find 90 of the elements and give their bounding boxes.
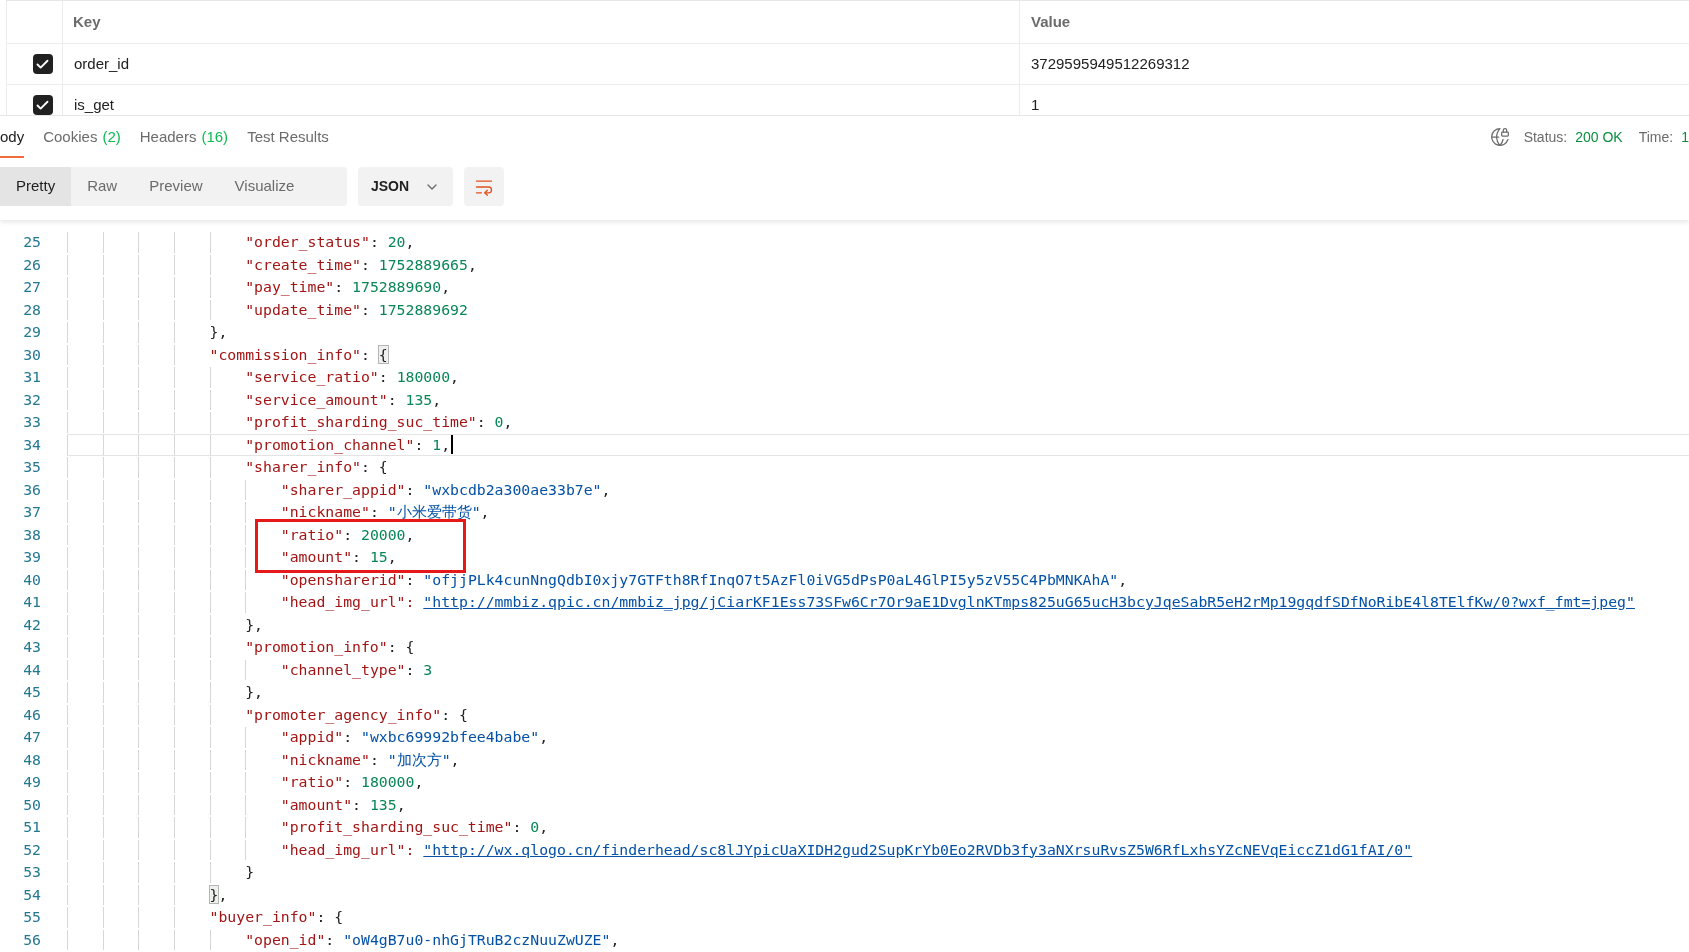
code-line: "nickname": "小米爱带货", — [280, 502, 490, 523]
code-line: } — [245, 862, 255, 883]
status-label: Status: — [1523, 127, 1568, 147]
line-number: 27 — [22, 277, 41, 298]
column-header: Value — [1031, 11, 1071, 32]
response-tab[interactable]: Cookies (2) — [43, 116, 121, 158]
line-number: 55 — [22, 907, 41, 928]
table-cell-text: 1 — [1031, 94, 1040, 115]
status-value: 200 OK — [1575, 127, 1623, 147]
line-number: 43 — [22, 637, 41, 658]
response-tab[interactable]: Test Results — [247, 116, 329, 158]
format-dropdown[interactable]: JSON — [358, 167, 453, 206]
view-mode-tab[interactable]: Raw — [71, 167, 134, 206]
code-line: "update_time": 1752889692 — [245, 299, 468, 321]
line-number: 49 — [22, 772, 41, 793]
line-number: 31 — [22, 367, 41, 388]
code-line: }, — [209, 884, 228, 905]
globe-lock-icon[interactable] — [1489, 127, 1510, 147]
time-label: Time: — [1638, 127, 1674, 147]
response-tab[interactable]: Headers (16) — [139, 116, 229, 158]
line-number: 53 — [22, 862, 41, 883]
json-key: "head_img_url": — [280, 838, 424, 861]
view-mode-tab[interactable]: Pretty — [0, 167, 72, 206]
view-mode-tab[interactable]: Preview — [133, 167, 219, 206]
code-line: "opensharerid": "ofjjPLk4cunNngQdbI0xjy7GTFth8RfInqO7t5AzFl0iVG5dPsP0aL4GlPI5y5zV55C4PbMNKAhA", — [280, 569, 1128, 590]
line-number: 45 — [22, 682, 41, 703]
line-number: 52 — [22, 839, 41, 860]
code-line: "promotion_info": { — [245, 637, 415, 658]
url-link[interactable]: "http://wx.qlogo.cn/finderhead/sc8lJYpicUaXIDH2gud2SupKrYb0Eo2RVDb3fy3aNXrsuRvsZ5W6RfLxhsYZcNEVqEiccZ1dG1fAI/0" — [423, 838, 1413, 861]
code-line: "service_amount": 135, — [245, 389, 442, 411]
line-number: 44 — [22, 659, 41, 680]
line-number: 47 — [22, 727, 41, 748]
code-line: "sharer_appid": "wxbcdb2a300ae33b7e", — [280, 479, 611, 501]
column-header: Key — [73, 11, 101, 32]
code-line: "order_status": 20, — [245, 232, 415, 253]
code-line: "ratio": 180000, — [280, 772, 424, 793]
code-line: "promoter_agency_info": { — [245, 704, 468, 726]
table-cell-text: order_id — [74, 53, 130, 74]
code-line: "create_time": 1752889665, — [245, 254, 477, 276]
line-number: 41 — [22, 592, 41, 613]
line-number: 50 — [22, 794, 41, 815]
code-line: }, — [245, 682, 263, 703]
line-number: 36 — [22, 479, 41, 500]
wrap-lines-button[interactable] — [464, 167, 504, 206]
code-line: "ratio": 20000, — [280, 524, 415, 545]
code-line: "commission_info": { — [209, 344, 388, 366]
checkbox[interactable] — [32, 54, 53, 74]
line-number: 40 — [22, 569, 41, 590]
line-number: 51 — [22, 817, 41, 838]
json-key: "head_img_url": — [280, 591, 424, 614]
line-number: 33 — [22, 412, 41, 433]
code-line: "appid": "wxbc69992bfee4babe", — [280, 727, 549, 748]
line-number: 34 — [22, 434, 41, 455]
line-number: 54 — [22, 884, 41, 905]
response-tab[interactable]: ody — [0, 116, 25, 158]
line-number: 26 — [22, 254, 41, 275]
code-line: }, — [245, 614, 263, 635]
line-number: 42 — [22, 614, 41, 635]
view-mode-tab[interactable]: Visualize — [218, 167, 311, 206]
code-line: "nickname": "加次方", — [280, 749, 460, 770]
code-line: "channel_type": 3 — [280, 659, 433, 681]
line-number: 30 — [22, 344, 41, 365]
text-cursor — [451, 435, 454, 455]
code-line: "profit_sharding_suc_time": 0, — [280, 817, 549, 838]
table-cell-text: is_get — [74, 94, 115, 115]
line-number: 29 — [22, 322, 41, 343]
line-number: 28 — [22, 299, 41, 320]
code-line: "service_ratio": 180000, — [245, 367, 459, 388]
code-line: }, — [209, 322, 228, 343]
line-number: 56 — [22, 929, 41, 950]
line-number: 46 — [22, 704, 41, 725]
code-line: "buyer_info": { — [209, 907, 344, 928]
code-line: "sharer_info": { — [245, 457, 388, 478]
code-line: "open_id": "oW4gB7u0-nhGjTRuB2czNuuZwUZE", — [245, 929, 620, 951]
checkbox[interactable] — [32, 95, 53, 115]
line-number: 37 — [22, 502, 41, 523]
line-number: 39 — [22, 547, 41, 568]
line-number: 38 — [22, 524, 41, 545]
line-number: 32 — [22, 389, 41, 410]
time-value: 1 — [1681, 127, 1689, 147]
code-line: "pay_time": 1752889690, — [245, 277, 451, 298]
code-line: "amount": 15, — [280, 547, 397, 568]
line-number: 25 — [22, 232, 41, 253]
code-line: "profit_sharding_suc_time": 0, — [245, 412, 513, 433]
code-line: "promotion_channel": 1, — [245, 434, 451, 456]
table-cell-text: 3729595949512269312 — [1031, 53, 1190, 74]
line-number: 48 — [22, 749, 41, 770]
code-line: "amount": 135, — [280, 794, 406, 815]
line-number: 35 — [22, 457, 41, 478]
url-link[interactable]: "http://mmbiz.qpic.cn/mmbiz_jpg/jCiarKF1Ess73SFw6Cr7Or9aE1DvglnKTmps825uG65ucH3bcyJqeSabR5eH2rMp19gqdfSDfNoRibE4l8TElfKw/0?wxf_fmt=jpeg" — [423, 591, 1635, 614]
